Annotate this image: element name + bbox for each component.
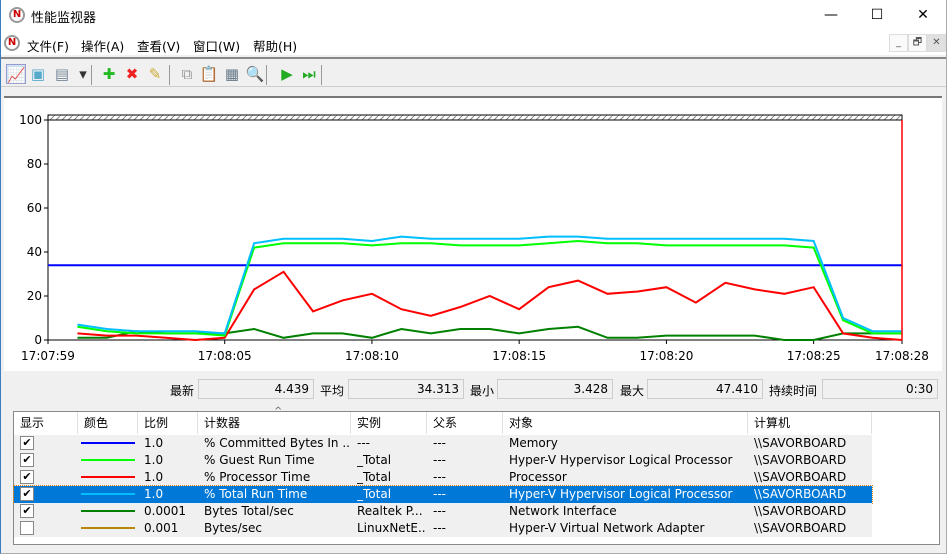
- cell-scale: 1.0: [144, 453, 164, 467]
- column-header-show[interactable]: 显示: [14, 412, 78, 434]
- y-tick-label: 0: [34, 333, 42, 347]
- x-tick-label: 17:08:10: [345, 349, 399, 363]
- cell-object: Network Interface: [509, 504, 617, 518]
- x-tick-label: 17:08:20: [639, 349, 693, 363]
- cell-parent: ---: [433, 436, 446, 450]
- cell-instance: _Total: [357, 453, 392, 467]
- cell-computer: \\SAVORBOARD: [754, 470, 847, 484]
- y-tick-label: 20: [27, 289, 42, 303]
- counter-row[interactable]: ✔ 0.0001 Bytes Total/sec Realtek P... --- Net…: [14, 503, 872, 520]
- column-header-instance[interactable]: 实例: [351, 412, 427, 434]
- column-header-parent[interactable]: 父系: [427, 412, 503, 434]
- average-value: 34.313: [348, 379, 464, 399]
- show-checkbox[interactable]: ✔: [20, 470, 34, 484]
- duration-label: 持续时间: [769, 384, 818, 398]
- y-tick-label: 40: [27, 245, 42, 259]
- maximum-value: 47.410: [647, 379, 763, 399]
- cell-object: Hyper-V Virtual Network Adapter: [509, 521, 705, 535]
- minimum-value: 3.428: [497, 379, 613, 399]
- color-swatch: [81, 493, 135, 495]
- show-checkbox[interactable]: ✔: [20, 504, 34, 518]
- column-header-object[interactable]: 对象: [503, 412, 748, 434]
- counter-row[interactable]: ✔ 1.0 % Total Run Time _Total --- Hyper-V Hyp…: [13, 485, 873, 504]
- cell-scale: 1.0: [144, 487, 164, 501]
- cell-object: Hyper-V Hypervisor Logical Processor: [509, 453, 733, 467]
- x-tick-label: 17:08:05: [198, 349, 252, 363]
- maximum-label: 最大: [620, 384, 645, 398]
- x-tick-label: 17:07:59: [21, 349, 75, 363]
- x-tick-label: 17:08:25: [787, 349, 841, 363]
- color-swatch: [81, 442, 135, 444]
- counter-row[interactable]: ✔ 1.0 % Processor Time _Total --- Processor \\…: [14, 469, 872, 486]
- plot-area: [47, 119, 903, 341]
- color-swatch: [81, 476, 135, 478]
- counter-row[interactable]: 0.001 Bytes/sec LinuxNetE... --- Hyper-V Vir…: [14, 520, 872, 537]
- cell-counter: % Guest Run Time: [204, 453, 315, 467]
- cell-counter: Bytes Total/sec: [204, 504, 294, 518]
- show-checkbox[interactable]: ✔: [20, 453, 34, 467]
- duration-value: 0:30: [822, 379, 938, 399]
- cell-object: Hyper-V Hypervisor Logical Processor: [509, 487, 733, 501]
- line-chart: 0 20 40 60 80 100 17:07:59 17:08:05 17:08:10 17:0…: [19, 113, 929, 363]
- last-label: 最新: [170, 384, 195, 398]
- minimum-label: 最小: [470, 384, 495, 398]
- cell-scale: 1.0: [144, 436, 164, 450]
- cell-computer: \\SAVORBOARD: [754, 521, 847, 535]
- cell-scale: 1.0: [144, 470, 164, 484]
- overflow-band: [47, 114, 903, 121]
- show-checkbox[interactable]: ✔: [20, 487, 34, 501]
- x-tick-label: 17:08:15: [492, 349, 546, 363]
- counter-list: ^ 显示 颜色 比例 计数器 实例 父系 对象 计算机 ✔ 1.0% Committed Byte…: [13, 406, 940, 545]
- chart-pane: 0 20 40 60 80 100 17:07:59 17:08:05 17:08:10 17:0…: [4, 96, 942, 371]
- y-tick-label: 80: [27, 157, 42, 171]
- column-header-counter[interactable]: 计数器: [198, 412, 351, 434]
- column-header-computer[interactable]: 计算机: [748, 412, 872, 434]
- cell-instance: _Total: [357, 470, 392, 484]
- cell-parent: ---: [433, 487, 446, 501]
- column-header-color[interactable]: 颜色: [78, 412, 138, 434]
- cell-instance: _Total: [357, 487, 392, 501]
- color-swatch: [81, 510, 135, 512]
- color-swatch: [81, 527, 135, 529]
- color-swatch: [81, 459, 135, 461]
- cell-instance: ---: [357, 436, 370, 450]
- cell-instance: Realtek P...: [357, 504, 423, 518]
- cell-object: Memory: [509, 436, 558, 450]
- cell-computer: \\SAVORBOARD: [754, 436, 847, 450]
- cell-instance: LinuxNetE...: [357, 521, 425, 535]
- cell-computer: \\SAVORBOARD: [754, 453, 847, 467]
- cell-scale: 0.001: [144, 521, 179, 535]
- cell-counter: Bytes/sec: [204, 521, 262, 535]
- cell-parent: ---: [433, 453, 446, 467]
- cell-object: Processor: [509, 470, 567, 484]
- column-header-scale[interactable]: 比例: [138, 412, 198, 434]
- y-tick-label: 60: [27, 201, 42, 215]
- cell-counter: % Total Run Time: [204, 487, 308, 501]
- show-checkbox[interactable]: ✔: [20, 436, 34, 450]
- y-tick-label: 100: [19, 113, 42, 127]
- cell-counter: % Processor Time: [204, 470, 311, 484]
- x-tick-label: 17:08:28: [875, 349, 929, 363]
- cell-counter: % Committed Bytes In ...: [204, 436, 349, 450]
- cell-computer: \\SAVORBOARD: [754, 487, 847, 501]
- cell-scale: 0.0001: [144, 504, 186, 518]
- counter-row[interactable]: ✔ 1.0 % Guest Run Time _Total --- Hyper-V Hyp…: [14, 452, 872, 469]
- cell-parent: ---: [433, 521, 446, 535]
- average-label: 平均: [320, 384, 345, 398]
- counter-row[interactable]: ✔ 1.0 % Committed Bytes In ... --- --- Memory…: [14, 435, 872, 452]
- cell-parent: ---: [433, 470, 446, 484]
- show-checkbox[interactable]: [20, 521, 34, 535]
- cell-computer: \\SAVORBOARD: [754, 504, 847, 518]
- cell-parent: ---: [433, 504, 446, 518]
- last-value: 4.439: [198, 379, 314, 399]
